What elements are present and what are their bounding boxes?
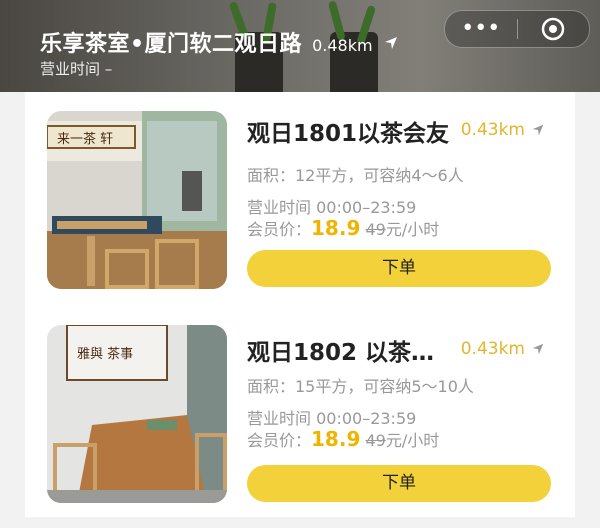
- room-price: 会员价：18.9 49元/小时: [247, 216, 439, 240]
- target-icon[interactable]: [518, 16, 590, 42]
- shop-distance: 0.48km: [312, 36, 373, 55]
- room-distance: 0.43km: [461, 339, 545, 359]
- more-icon[interactable]: •••: [445, 11, 517, 47]
- navigate-arrow-icon[interactable]: [531, 123, 545, 137]
- price-unit: 元/小时: [385, 220, 440, 239]
- room-hours: 营业时间 00:00–23:59: [247, 198, 417, 217]
- shop-header: 乐享茶室•厦门软二观日路 0.48km 营业时间 – •••: [0, 0, 600, 92]
- room-title: 观日1802 以茶…: [247, 340, 435, 366]
- order-button[interactable]: 下单: [247, 465, 551, 502]
- price-now: 18.9: [311, 216, 361, 240]
- room-card[interactable]: 来一茶 轩 观日1801以茶会友 0.43km 面积：12平方，可容纳4～6人 …: [25, 92, 575, 315]
- mini-program-capsule: •••: [444, 10, 590, 48]
- room-title: 观日1801以茶会友: [247, 121, 450, 147]
- price-old: 49: [365, 220, 386, 239]
- room-distance-value: 0.43km: [460, 339, 525, 359]
- price-unit: 元/小时: [385, 431, 440, 450]
- navigate-arrow-icon[interactable]: [531, 342, 545, 356]
- room-photo[interactable]: 来一茶 轩: [47, 111, 227, 289]
- room-price: 会员价：18.9 49元/小时: [247, 427, 439, 451]
- room-hours: 营业时间 00:00–23:59: [247, 409, 417, 428]
- price-old: 49: [365, 431, 386, 450]
- room-photo[interactable]: 雅與 茶事: [47, 325, 227, 503]
- room-distance-value: 0.43km: [460, 120, 525, 140]
- shop-hours: 营业时间 –: [40, 60, 113, 78]
- price-label: 会员价：: [247, 431, 312, 450]
- room-area: 面积：15平方，可容纳5～10人: [247, 377, 474, 396]
- room-card[interactable]: 雅與 茶事 观日1802 以茶… 0.43km 面积：15平方，可容纳5～10人…: [25, 305, 575, 517]
- price-now: 18.9: [311, 427, 361, 451]
- navigate-arrow-icon[interactable]: [383, 35, 399, 51]
- calligraphy-scroll: 来一茶 轩: [57, 131, 113, 147]
- room-distance: 0.43km: [461, 120, 545, 140]
- shop-name: 乐享茶室•厦门软二观日路: [40, 32, 303, 57]
- order-button[interactable]: 下单: [247, 250, 551, 287]
- price-label: 会员价：: [247, 220, 312, 239]
- shop-title-row: 乐享茶室•厦门软二观日路 0.48km: [40, 26, 399, 58]
- room-area: 面积：12平方，可容纳4～6人: [247, 166, 464, 185]
- calligraphy-scroll: 雅與 茶事: [77, 346, 133, 362]
